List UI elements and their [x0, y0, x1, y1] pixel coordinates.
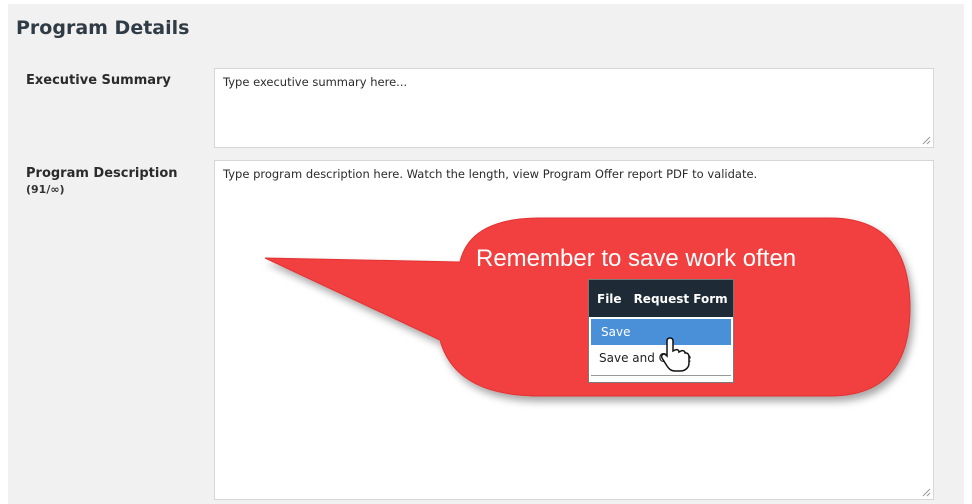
executive-summary-label-text: Executive Summary [26, 73, 171, 88]
section-title: Program Details [16, 17, 190, 39]
resize-grip-icon[interactable] [922, 136, 931, 145]
mini-menubar: File Request Form [589, 280, 733, 317]
executive-summary-text: Type executive summary here... [223, 75, 408, 89]
hand-pointer-icon [660, 337, 690, 372]
program-description-label-text: Program Description [26, 166, 178, 181]
menu-separator [591, 375, 731, 376]
program-description-text: Type program description here. Watch the… [223, 167, 758, 181]
menu-request-form[interactable]: Request Form [634, 292, 728, 306]
program-description-textarea[interactable]: Type program description here. Watch the… [214, 160, 934, 500]
callout-text: Remember to save work often [476, 245, 797, 272]
program-description-counter: (91/∞) [26, 183, 65, 196]
menu-file[interactable]: File [597, 292, 622, 306]
executive-summary-textarea[interactable]: Type executive summary here... [214, 68, 934, 148]
program-description-label: Program Description (91/∞) [26, 166, 178, 198]
resize-grip-icon[interactable] [922, 488, 931, 497]
executive-summary-label: Executive Summary [26, 73, 171, 89]
